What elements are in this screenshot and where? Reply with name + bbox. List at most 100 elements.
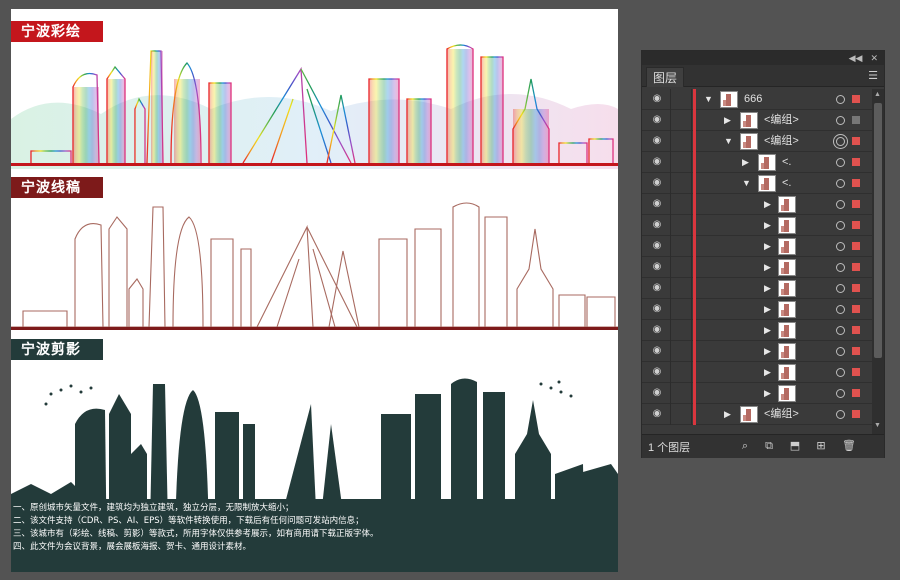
visibility-eye-icon[interactable]: ◉	[650, 366, 664, 378]
visibility-eye-icon[interactable]: ◉	[650, 261, 664, 273]
lock-toggle[interactable]	[674, 173, 688, 194]
export-icon[interactable]: ⧉	[762, 439, 776, 453]
expand-right-icon[interactable]: ▶	[764, 324, 774, 336]
layer-row[interactable]: ◉ ▶	[642, 383, 872, 404]
new-sublayer-icon[interactable]: ⊞	[814, 439, 828, 453]
layer-row[interactable]: ◉ ▶	[642, 215, 872, 236]
visibility-eye-icon[interactable]: ◉	[650, 387, 664, 399]
visibility-eye-icon[interactable]: ◉	[650, 219, 664, 231]
selection-indicator[interactable]	[852, 137, 860, 145]
lock-toggle[interactable]	[674, 215, 688, 236]
lock-toggle[interactable]	[674, 404, 688, 425]
visibility-eye-icon[interactable]: ◉	[650, 156, 664, 168]
selection-indicator[interactable]	[852, 305, 860, 313]
visibility-eye-icon[interactable]: ◉	[650, 324, 664, 336]
collapse-icon[interactable]: ◀◀	[849, 53, 863, 64]
visibility-eye-icon[interactable]: ◉	[650, 408, 664, 420]
selection-indicator[interactable]	[852, 242, 860, 250]
selection-indicator[interactable]	[852, 116, 860, 124]
selection-indicator[interactable]	[852, 200, 860, 208]
layer-name[interactable]: 666	[744, 89, 762, 110]
visibility-eye-icon[interactable]: ◉	[650, 177, 664, 189]
expand-right-icon[interactable]: ▶	[742, 156, 752, 168]
expand-down-icon[interactable]: ▼	[742, 177, 752, 189]
target-circle-icon[interactable]	[836, 326, 845, 335]
selection-indicator[interactable]	[852, 368, 860, 376]
layer-row[interactable]: ◉ ▶	[642, 362, 872, 383]
selection-indicator[interactable]	[852, 326, 860, 334]
layer-name[interactable]: <编组>	[764, 404, 799, 425]
selection-indicator[interactable]	[852, 179, 860, 187]
lock-toggle[interactable]	[674, 257, 688, 278]
layer-row[interactable]: ◉ ▶	[642, 341, 872, 362]
visibility-eye-icon[interactable]: ◉	[650, 93, 664, 105]
lock-toggle[interactable]	[674, 110, 688, 131]
visibility-eye-icon[interactable]: ◉	[650, 345, 664, 357]
layer-row[interactable]: ◉ ▶	[642, 236, 872, 257]
lock-toggle[interactable]	[674, 194, 688, 215]
expand-right-icon[interactable]: ▶	[764, 387, 774, 399]
target-circle-icon[interactable]	[836, 284, 845, 293]
lock-toggle[interactable]	[674, 383, 688, 404]
target-circle-icon[interactable]	[836, 389, 845, 398]
panel-menu-icon[interactable]: ☰	[868, 69, 878, 82]
target-circle-icon[interactable]	[836, 116, 845, 125]
layer-row[interactable]: ◉ ▶ <.	[642, 152, 872, 173]
scrollbar-thumb[interactable]	[874, 103, 882, 358]
target-circle-icon[interactable]	[836, 263, 845, 272]
expand-right-icon[interactable]: ▶	[764, 366, 774, 378]
layer-row[interactable]: ◉ ▶	[642, 299, 872, 320]
lock-toggle[interactable]	[674, 236, 688, 257]
close-icon[interactable]: ✕	[870, 53, 878, 64]
layer-name[interactable]: <编组>	[764, 110, 799, 131]
expand-right-icon[interactable]: ▶	[724, 408, 734, 420]
expand-right-icon[interactable]: ▶	[764, 345, 774, 357]
scroll-down-icon[interactable]: ▼	[874, 422, 881, 429]
lock-toggle[interactable]	[674, 299, 688, 320]
lock-toggle[interactable]	[674, 278, 688, 299]
target-circle-icon[interactable]	[836, 179, 845, 188]
target-circle-icon[interactable]	[836, 95, 845, 104]
target-circle-icon[interactable]	[836, 242, 845, 251]
layer-name[interactable]: <编组>	[764, 131, 799, 152]
layer-row[interactable]: ◉ ▼ 666	[642, 89, 872, 110]
selection-indicator[interactable]	[852, 158, 860, 166]
target-circle-icon[interactable]	[836, 158, 845, 167]
visibility-eye-icon[interactable]: ◉	[650, 282, 664, 294]
expand-right-icon[interactable]: ▶	[764, 219, 774, 231]
layer-row[interactable]: ◉ ▶	[642, 194, 872, 215]
panel-title-bar[interactable]: ◀◀ ✕	[642, 51, 884, 65]
tab-layers[interactable]: 图层	[646, 67, 685, 87]
lock-toggle[interactable]	[674, 89, 688, 110]
layer-row[interactable]: ◉ ▶	[642, 257, 872, 278]
lock-toggle[interactable]	[674, 320, 688, 341]
lock-toggle[interactable]	[674, 362, 688, 383]
layer-row[interactable]: ◉ ▼ <.	[642, 173, 872, 194]
expand-down-icon[interactable]: ▼	[704, 93, 714, 105]
selection-indicator[interactable]	[852, 221, 860, 229]
selection-indicator[interactable]	[852, 95, 860, 103]
visibility-eye-icon[interactable]: ◉	[650, 198, 664, 210]
expand-right-icon[interactable]: ▶	[764, 240, 774, 252]
selection-indicator[interactable]	[852, 410, 860, 418]
target-circle-icon[interactable]	[836, 137, 845, 146]
clip-icon[interactable]: ⬒	[788, 439, 802, 453]
target-circle-icon[interactable]	[836, 305, 845, 314]
target-circle-icon[interactable]	[836, 368, 845, 377]
target-circle-icon[interactable]	[836, 347, 845, 356]
artboard[interactable]: 宁波彩绘 宁波线稿 宁波剪影 一、原创城市矢量文件，建筑均为独立建筑，独立分层，…	[11, 9, 618, 572]
expand-right-icon[interactable]: ▶	[764, 282, 774, 294]
target-circle-icon[interactable]	[836, 221, 845, 230]
selection-indicator[interactable]	[852, 284, 860, 292]
search-icon[interactable]: ⌕	[738, 439, 752, 453]
layer-name[interactable]: <.	[782, 173, 791, 194]
visibility-eye-icon[interactable]: ◉	[650, 240, 664, 252]
selection-indicator[interactable]	[852, 347, 860, 355]
visibility-eye-icon[interactable]: ◉	[650, 114, 664, 126]
visibility-eye-icon[interactable]: ◉	[650, 135, 664, 147]
target-circle-icon[interactable]	[836, 410, 845, 419]
layer-row[interactable]: ◉ ▶ <编组>	[642, 110, 872, 131]
lock-toggle[interactable]	[674, 152, 688, 173]
expand-down-icon[interactable]: ▼	[724, 135, 734, 147]
delete-icon[interactable]: 🗑	[842, 439, 856, 453]
